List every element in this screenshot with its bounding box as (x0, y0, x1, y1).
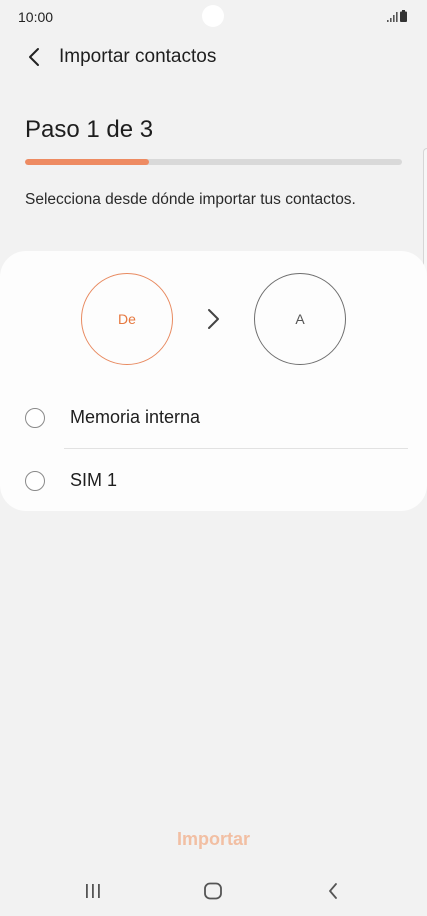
option-divider (64, 448, 408, 449)
radio-button[interactable] (25, 471, 45, 491)
signal-icon (387, 12, 398, 22)
chevron-right-icon (208, 309, 219, 329)
source-selection-card: De A Memoria interna SIM 1 (0, 251, 427, 511)
back-button[interactable] (18, 42, 50, 72)
status-icons (387, 9, 409, 25)
import-button[interactable]: Importar (150, 823, 277, 855)
option-memoria-interna[interactable]: Memoria interna (0, 387, 427, 449)
back-icon (329, 883, 337, 899)
step-title: Paso 1 de 3 (25, 116, 154, 143)
status-time: 10:00 (18, 9, 54, 25)
recents-icon (86, 884, 100, 898)
battery-icon (400, 10, 407, 22)
from-label: De (118, 311, 136, 327)
home-icon (204, 882, 222, 900)
option-label: Memoria interna (70, 407, 201, 427)
scroll-indicator (423, 148, 427, 278)
status-bar: 10:00 (0, 0, 427, 34)
navigation-bar (0, 862, 427, 916)
from-circle: De (81, 273, 173, 365)
to-circle: A (254, 273, 346, 365)
option-sim-1[interactable]: SIM 1 (0, 450, 427, 512)
radio-button[interactable] (25, 408, 45, 428)
nav-back-button[interactable] (313, 876, 353, 906)
recents-button[interactable] (73, 876, 113, 906)
home-button[interactable] (193, 876, 233, 906)
progress-bar (25, 159, 402, 165)
chevron-left-icon (29, 48, 39, 66)
progress-fill (25, 159, 150, 165)
option-label: SIM 1 (70, 470, 118, 490)
camera-cutout (202, 5, 224, 27)
app-bar: Importar contactos (0, 36, 427, 78)
page-title: Importar contactos (59, 46, 217, 67)
to-label: A (295, 311, 305, 327)
instruction-text: Selecciona desde dónde importar tus cont… (25, 191, 356, 208)
